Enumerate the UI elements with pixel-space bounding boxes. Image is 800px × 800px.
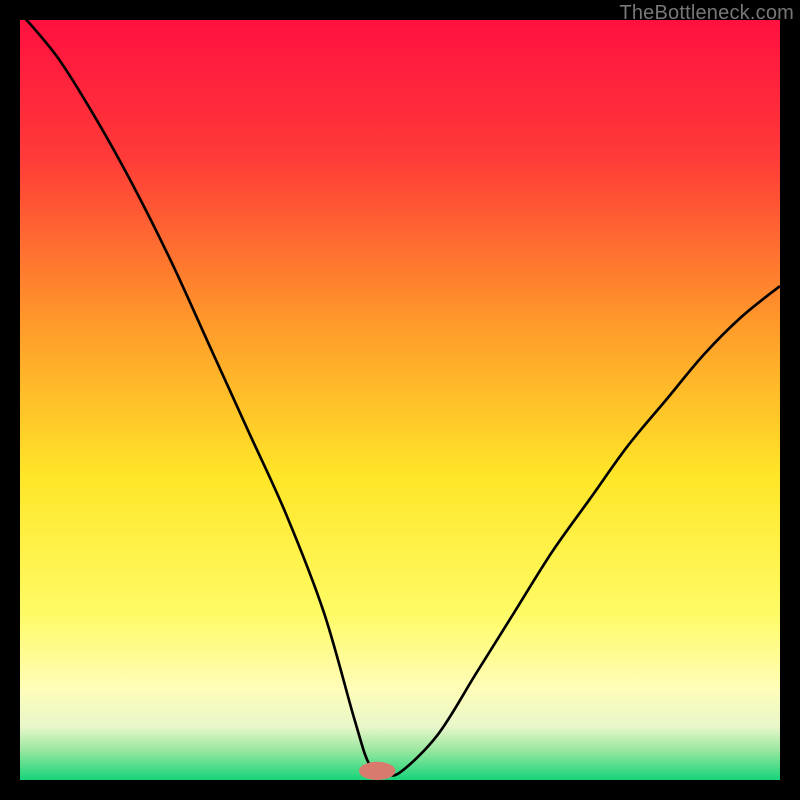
chart-frame: TheBottleneck.com xyxy=(0,0,800,800)
bottleneck-chart xyxy=(20,20,780,780)
optimum-marker xyxy=(359,762,395,780)
plot-area xyxy=(20,20,780,780)
